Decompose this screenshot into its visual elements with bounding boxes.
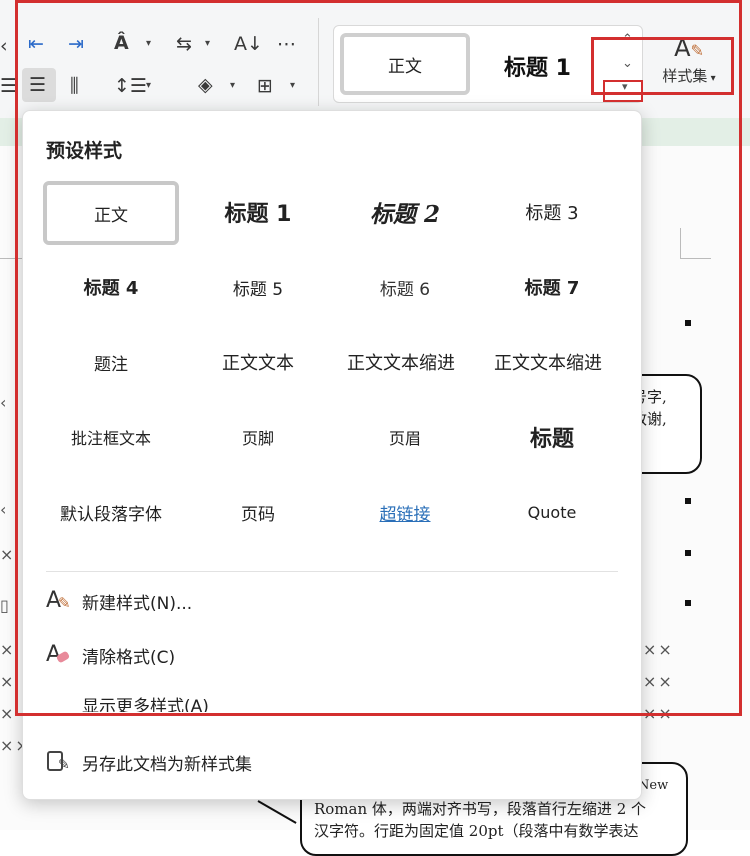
text-mark: ‹	[0, 393, 9, 412]
text-mark: ×	[0, 672, 16, 691]
text-mark: ×	[0, 640, 16, 659]
chevron-left-icon[interactable]: ‹	[0, 35, 8, 57]
callout-text: New	[638, 778, 669, 793]
save-style-set-label: 另存此文档为新样式集	[82, 754, 252, 775]
save-style-set-icon: ✎	[44, 749, 72, 775]
text-mark: ▯	[0, 596, 11, 615]
text-mark: ×	[0, 704, 16, 723]
callout-text: Roman 体，两端对齐书写，段落首行左缩进 2 个	[314, 800, 647, 818]
annotation-highlight-more-button	[603, 80, 643, 102]
save-style-set-menu-item[interactable]: ✎ 另存此文档为新样式集	[44, 745, 604, 779]
annotation-highlight-panel	[15, 0, 742, 716]
callout-text: 汉字符。行距为固定值 20pt（段落中有数学表达	[314, 822, 639, 840]
text-mark: ×	[0, 545, 16, 564]
text-mark: ‹	[0, 500, 9, 519]
